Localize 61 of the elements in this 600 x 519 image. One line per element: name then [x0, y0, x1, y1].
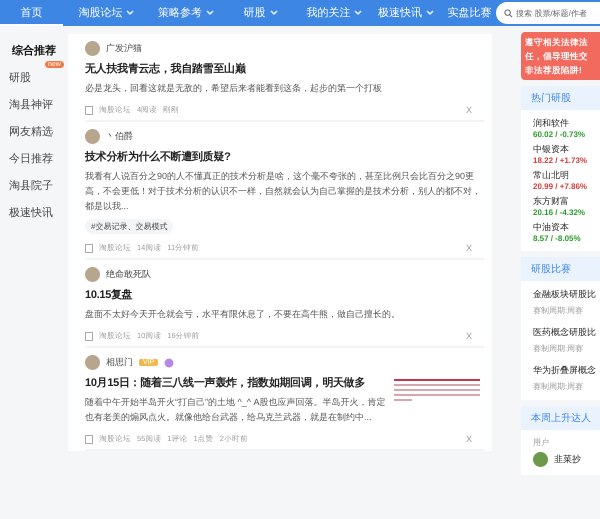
- panel-title: 本周上升达人: [521, 406, 600, 430]
- article-summary: 随着中午开始半岛开火“打自己”的土地 ^_^ A股也应声回落。半岛开火，肯定也有老美的煽风点火。就像他给台武器，给乌克兰武器，就是在制约中...: [85, 396, 386, 424]
- column-header: 用户: [533, 437, 550, 448]
- article-summary: 盘面不太好今天开仓就会亏，水平有限休息了，不要在高牛熊，做自己擅长的。: [85, 308, 401, 321]
- nav-tab[interactable]: 我的关注: [298, 0, 370, 26]
- warning-notice: 遵守相关法律法 任，倡导理性交 非法荐股陷阱!: [521, 32, 600, 80]
- panel-title: 研股比赛: [521, 257, 600, 281]
- topic-tag[interactable]: #交易记录、交易模式: [85, 219, 174, 234]
- article-title[interactable]: 10月15日：随着三八线一声轰炸，指数如期回调，明天做多: [85, 375, 386, 390]
- contest-name[interactable]: 金融板块研股比: [533, 288, 600, 301]
- stock-quote: 8.57 / -8.05%: [533, 234, 582, 243]
- stock-quote: 18.22 / +1.73%: [533, 156, 588, 165]
- sidebar-item[interactable]: 网友精选: [0, 121, 68, 142]
- avatar: [85, 129, 100, 144]
- article-summary: 必是龙头，回看这就是无敌的，希望后来者能看到这条，起步的第一个打板: [85, 82, 383, 95]
- stock-name[interactable]: 中油资本: [533, 221, 600, 234]
- contest-name[interactable]: 华为折叠屏概念: [533, 364, 600, 377]
- author-name[interactable]: 丶伯爵: [106, 130, 133, 143]
- sidebar-item[interactable]: 淘县神评: [0, 94, 68, 115]
- stock-name[interactable]: 东方财富: [533, 195, 600, 208]
- author-name[interactable]: 广发沪猫: [106, 42, 142, 55]
- bookmark-icon: [85, 244, 93, 252]
- author-name[interactable]: 相思门: [106, 356, 133, 369]
- avatar: [85, 41, 100, 56]
- author-name[interactable]: 绝命敢死队: [106, 268, 151, 281]
- article-summary: 我看有人说百分之90的人不懂真正的技术分析是啥，这个毫不夸张的，甚至比例只会比百分之90更高，不会更低！对于技术分析的认识不一样，自然就会认为自己掌握的是技术分析，别人的都不对，都是以我...: [85, 170, 482, 213]
- contest-period: 赛制周期:周赛: [533, 343, 584, 354]
- nav-tab[interactable]: 实盘比赛: [442, 0, 496, 26]
- nav-tab[interactable]: 策略参考: [149, 0, 222, 26]
- stock-quote: 20.99 / +7.86%: [533, 182, 588, 191]
- bookmark-icon: [85, 106, 93, 114]
- bookmark-icon: [85, 434, 93, 444]
- user-name[interactable]: 韭菜抄: [554, 453, 581, 466]
- article-title[interactable]: 技术分析为什么不断遭到质疑?: [85, 149, 484, 164]
- sidebar-item[interactable]: 淘县院子: [0, 175, 68, 196]
- sidebar-item[interactable]: 极速快讯: [0, 202, 68, 223]
- avatar: [85, 355, 100, 370]
- stock-name[interactable]: 常山北明: [533, 169, 600, 182]
- avatar: [85, 267, 100, 282]
- stock-quote: 60.02 / -0.73%: [533, 130, 586, 139]
- stock-quote: 20.16 / -4.32%: [533, 208, 586, 217]
- sidebar-item[interactable]: 今日推荐: [0, 148, 68, 169]
- nav-tab[interactable]: 淘股论坛: [63, 0, 150, 26]
- nav-tab[interactable]: 研股: [222, 0, 299, 26]
- stock-name[interactable]: 润和软件: [533, 117, 600, 130]
- article-title[interactable]: 10.15复盘: [85, 287, 484, 302]
- gem-icon: [164, 358, 174, 368]
- contest-period: 赛制周期:周赛: [533, 305, 584, 316]
- sidebar-item[interactable]: 综合推荐: [0, 40, 68, 61]
- panel-title: 热门研股: [521, 86, 600, 110]
- nav-tab[interactable]: 首页: [0, 0, 64, 26]
- search-icon: [504, 8, 514, 18]
- contest-name[interactable]: 医药概念研股比: [533, 326, 600, 339]
- bookmark-icon: [85, 332, 93, 340]
- avatar: [533, 452, 548, 467]
- sidebar-item[interactable]: 研股: [0, 67, 68, 88]
- search-field[interactable]: 搜索 股票/标题/作者: [496, 2, 600, 24]
- stock-name[interactable]: 中银资本: [533, 143, 600, 156]
- contest-period: 赛制周期:周赛: [533, 381, 584, 392]
- nav-tab[interactable]: 极速快讯: [370, 0, 443, 26]
- article-title[interactable]: 无人扶我青云志，我自踏雪至山巅: [85, 61, 484, 76]
